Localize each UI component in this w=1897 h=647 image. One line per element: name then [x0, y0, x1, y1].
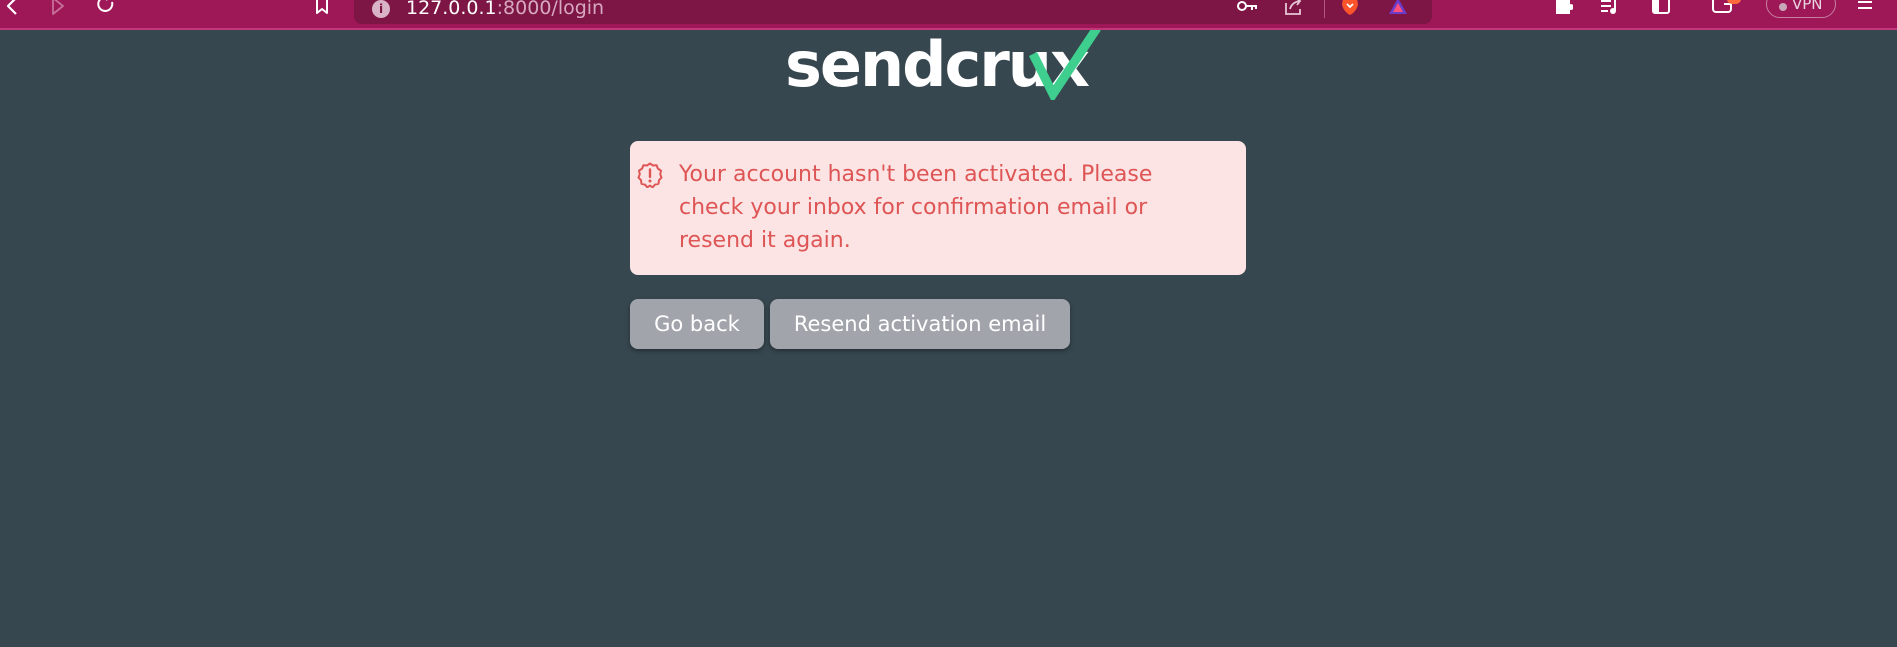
menu-icon[interactable]	[1855, 0, 1875, 16]
url-host: 127.0.0.1	[406, 0, 497, 19]
go-back-button[interactable]: Go back	[630, 299, 764, 349]
media-playlist-icon[interactable]	[1598, 0, 1622, 16]
vpn-toggle[interactable]: VPN	[1766, 0, 1836, 18]
url-path: :8000/login	[496, 0, 605, 19]
play-icon[interactable]	[48, 0, 68, 16]
warning-circle-icon	[637, 162, 663, 189]
checkmark-icon	[1005, 25, 1105, 104]
bookmark-icon[interactable]	[312, 0, 332, 16]
extensions-icon[interactable]	[1552, 0, 1574, 16]
sendcrux-logo: sendcrux	[785, 25, 1101, 104]
vpn-status-dot	[1779, 3, 1787, 11]
address-url[interactable]: 127.0.0.1:8000/login	[406, 0, 604, 19]
browser-toolbar: i 127.0.0.1:8000/login VPN	[0, 0, 1897, 30]
wallet-badge	[1727, 0, 1741, 4]
info-icon[interactable]: i	[372, 0, 390, 18]
address-bar[interactable]: i 127.0.0.1:8000/login	[354, 0, 1432, 24]
sidebar-icon[interactable]	[1650, 0, 1672, 16]
brave-rewards-icon[interactable]	[1387, 0, 1409, 14]
back-icon[interactable]	[2, 0, 22, 16]
brave-shield-icon[interactable]	[1339, 0, 1361, 15]
activation-alert: Your account hasn't been activated. Plea…	[630, 141, 1246, 275]
resend-activation-button[interactable]: Resend activation email	[770, 299, 1070, 349]
key-icon[interactable]	[1236, 0, 1260, 16]
vpn-label: VPN	[1792, 0, 1823, 13]
address-separator	[1324, 0, 1325, 18]
reload-icon[interactable]	[95, 0, 117, 16]
alert-message: Your account hasn't been activated. Plea…	[679, 162, 1153, 253]
share-icon[interactable]	[1282, 0, 1306, 15]
